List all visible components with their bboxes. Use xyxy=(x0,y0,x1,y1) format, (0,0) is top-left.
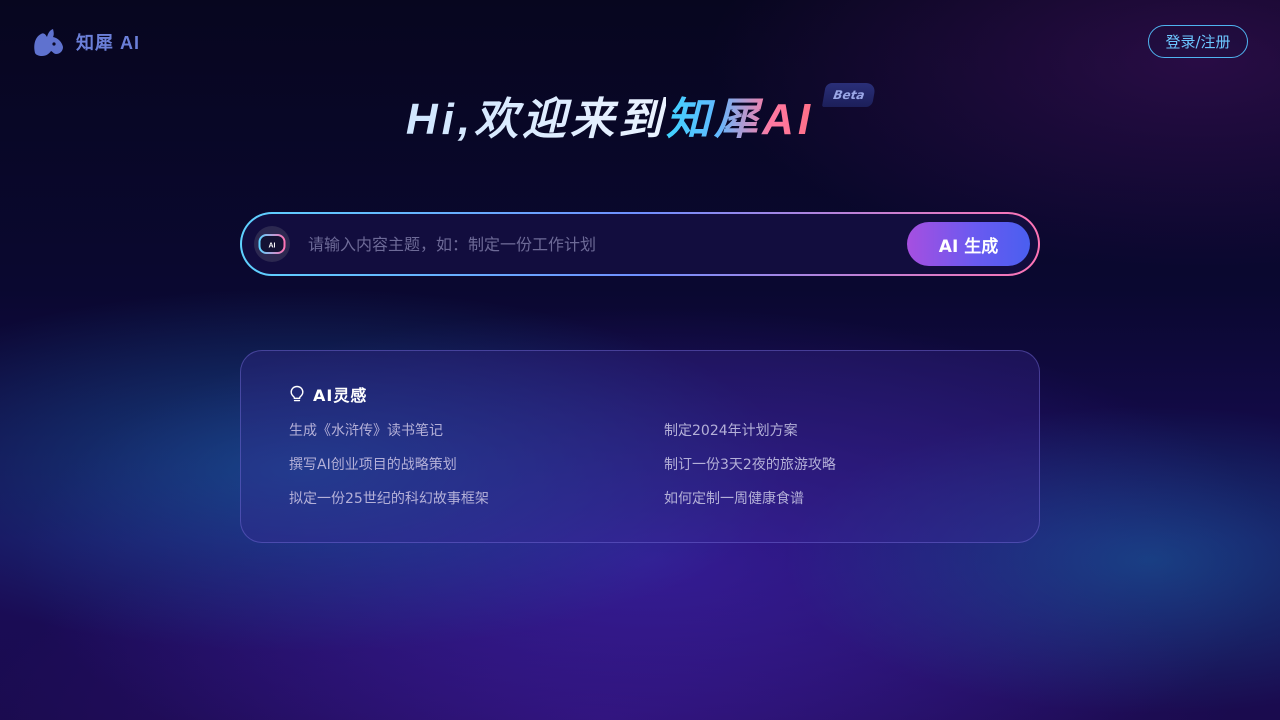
brand-logo[interactable]: 知犀 AI xyxy=(32,26,140,58)
beta-badge: Beta xyxy=(821,83,877,107)
ai-bot-icon: AI xyxy=(254,226,290,262)
login-register-button[interactable]: 登录/注册 xyxy=(1148,25,1248,58)
suggestion-item[interactable]: 撰写AI创业项目的战略策划 xyxy=(289,455,664,476)
search-bar: AI AI 生成 xyxy=(240,212,1040,276)
search-bar-inner: AI AI 生成 xyxy=(242,214,1038,274)
rhino-icon xyxy=(34,29,63,56)
hero-brand: 知犀AI xyxy=(666,83,814,147)
hero-greeting: Hi,欢迎来到 xyxy=(406,83,666,147)
lightbulb-icon xyxy=(290,385,304,402)
suggestion-item[interactable]: 拟定一份25世纪的科幻故事框架 xyxy=(289,489,664,510)
hero-heading: Hi,欢迎来到 知犀AI Beta xyxy=(0,83,1280,147)
hero-title: Hi,欢迎来到 知犀AI xyxy=(406,83,814,147)
suggestion-grid: 生成《水浒传》读书笔记 制定2024年计划方案 撰写AI创业项目的战略策划 制订… xyxy=(289,421,991,510)
suggestion-item[interactable]: 制定2024年计划方案 xyxy=(664,421,991,442)
ai-bot-label: AI xyxy=(269,243,276,250)
suggestion-item[interactable]: 如何定制一周健康食谱 xyxy=(664,489,991,510)
inspiration-panel: AI灵感 生成《水浒传》读书笔记 制定2024年计划方案 撰写AI创业项目的战略… xyxy=(240,350,1040,543)
suggestion-item[interactable]: 制订一份3天2夜的旅游攻略 xyxy=(664,455,991,476)
topic-input[interactable] xyxy=(308,224,907,264)
logo-text: 知犀 AI xyxy=(76,33,141,53)
suggestion-item[interactable]: 生成《水浒传》读书笔记 xyxy=(289,421,664,442)
inspiration-header: AI灵感 xyxy=(289,383,991,405)
ai-bot-face-icon: AI xyxy=(258,234,286,254)
inspiration-title: AI灵感 xyxy=(313,386,368,405)
ai-generate-button[interactable]: AI 生成 xyxy=(907,222,1030,266)
